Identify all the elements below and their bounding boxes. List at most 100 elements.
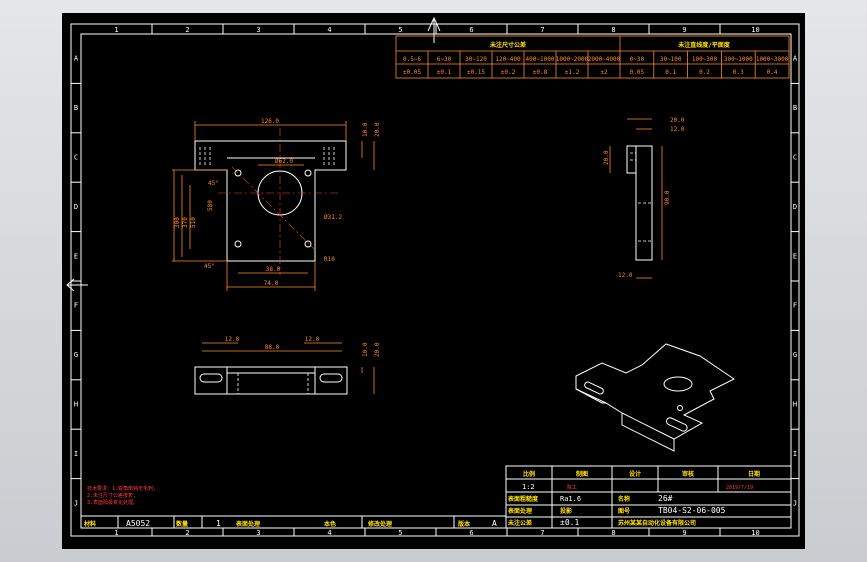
tolerance-table: 未注尺寸公差 未注直线度/平面度 0.5~6 ±0.05 6~30 ±0.1 30~12…	[395, 35, 790, 79]
front-view: 126.0 10.0 20.0 Ø62.0 45° Ø31.2 300 370 …	[172, 118, 381, 291]
grid-col-label: 5	[398, 529, 402, 537]
dim-height-a: 10.0	[362, 122, 369, 137]
linear-value: ±0.05	[403, 69, 421, 76]
linear-range: 2000~4000	[588, 56, 621, 63]
grid-row-label: G	[793, 351, 797, 359]
grid-row-label: H	[793, 401, 797, 409]
grid-col-label: 2	[185, 529, 189, 537]
linear-range: 6~30	[437, 56, 452, 63]
grid-col-label: 1	[114, 529, 118, 537]
side-dim-left: 20.0	[603, 150, 610, 165]
part-number: 26#	[658, 494, 673, 503]
quantity-label: 数量	[176, 520, 188, 528]
cad-workspace: 1 2 3 4 5 6 7 8 9 10 1 2 3 4 5 6 7 8 9 10 A B C D E F G H I J A B C D E…	[0, 0, 867, 562]
grid-col-label: 8	[611, 529, 615, 537]
linear-value: ±0.1	[437, 69, 452, 76]
linear-range: 120~400	[495, 56, 521, 63]
grid-col-label: 5	[398, 26, 402, 34]
name-label: 名称	[618, 495, 630, 503]
outer-frame	[70, 23, 800, 537]
dim-side-c: 510	[190, 217, 197, 228]
grid-col-label: 9	[682, 529, 686, 537]
scale-value: 1:2	[522, 483, 535, 491]
plating-label: 表面处理	[507, 507, 532, 515]
version-label: 版本	[457, 520, 471, 528]
dim-angle: 45°	[208, 180, 219, 187]
flat-range: 1000~3000	[756, 56, 789, 63]
grid-col-label: 3	[256, 26, 260, 34]
linear-tolerance-title: 未注尺寸公差	[490, 41, 526, 49]
surface-value: 本色	[324, 520, 336, 528]
flat-value: 0.05	[630, 69, 645, 76]
side-dim-bottom: 12.0	[618, 272, 633, 279]
material-row: 材料 A5052 数量 1 表面处理 本色 修改处理 版本 A	[80, 515, 507, 529]
grid-row-label: J	[74, 499, 78, 507]
title-block-header: 比例	[523, 470, 535, 478]
grid-row-label: D	[793, 203, 797, 211]
drawing-number: TB04-S2-06-005	[658, 506, 726, 515]
linear-value: ±0.15	[467, 69, 485, 76]
company-name: 苏州某某自动化设备有限公司	[618, 519, 696, 527]
bottom-dim-h-a: 10.0	[362, 342, 369, 357]
dim-top-width: 126.0	[261, 118, 279, 125]
linear-range: 400~1000	[526, 56, 555, 63]
bottom-view: 12.0 12.0 88.0 10.0 20.0	[194, 336, 381, 395]
grid-row-label: E	[74, 252, 78, 260]
dim-angle-2: 45°	[204, 263, 215, 270]
linear-range: 0.5~6	[403, 56, 421, 63]
grid-col-label: 4	[327, 529, 331, 537]
note-1: 技术要求：1.锐角倒钝无毛刺；	[87, 485, 158, 492]
drawing-canvas[interactable]: 1 2 3 4 5 6 7 8 9 10 1 2 3 4 5 6 7 8 9 10 A B C D E F G H I J A B C D E…	[62, 13, 805, 549]
grid-row-label: G	[74, 351, 78, 359]
top-center-arrow-icon	[427, 16, 441, 43]
roughness-label: 表面粗糙度	[507, 495, 539, 503]
projection-label: 投影	[560, 507, 572, 515]
grid-col-label: 10	[751, 529, 759, 537]
title-block-header: 制图	[576, 470, 588, 478]
dim-inner-height: 580	[207, 200, 214, 211]
dim-bore: Ø62.0	[275, 158, 293, 165]
drawing-svg: 1 2 3 4 5 6 7 8 9 10 1 2 3 4 5 6 7 8 9 10 A B C D E F G H I J A B C D E…	[66, 16, 800, 537]
grid-row-label: B	[74, 104, 78, 112]
grid-col-label: 8	[611, 26, 615, 34]
drawing-label: 图号	[618, 507, 630, 515]
grid-rows-right: A B C D E F G H I J	[791, 55, 799, 507]
grid-col-label: 2	[185, 26, 189, 34]
side-view: 20.0 12.0 20.0 90.0 12.0	[603, 117, 685, 279]
grid-col-label: 9	[682, 26, 686, 34]
bottom-dim-center: 88.0	[265, 344, 280, 351]
flat-value: 0.3	[733, 69, 744, 76]
material-value: A5052	[126, 519, 150, 528]
material-label: 材料	[83, 520, 96, 528]
dim-height-b: 20.0	[374, 122, 381, 137]
flat-value: 0.4	[767, 69, 778, 76]
flat-range: 0~30	[630, 56, 645, 63]
grid-row-label: D	[74, 203, 78, 211]
grid-col-label: 6	[469, 26, 473, 34]
grid-rows-left: A B C D E F G H I J	[71, 55, 81, 507]
grid-row-label: A	[793, 55, 798, 63]
grid-row-label: C	[74, 154, 78, 162]
linear-range: 1000~2000	[556, 56, 589, 63]
revision-label: 修改处理	[367, 520, 392, 528]
note-2: 2.未注尺寸公差按表；	[87, 492, 138, 499]
grid-col-label: 3	[256, 529, 260, 537]
date-value: 2019/7/19	[726, 485, 753, 491]
grid-row-label: F	[74, 302, 78, 310]
side-dim-top-a: 20.0	[670, 117, 685, 124]
bottom-dim-left: 12.0	[225, 336, 240, 343]
flat-value: 0.2	[699, 69, 710, 76]
linear-range: 30~120	[465, 56, 487, 63]
flatness-tolerance-title: 未注直线度/平面度	[678, 41, 731, 49]
linear-tolerance-cells: 0.5~6 ±0.05 6~30 ±0.1 30~120 ±0.15 120~400 ±0.2…	[403, 51, 621, 78]
dim-inner-width: 38.0	[266, 266, 281, 273]
grid-row-label: I	[793, 450, 797, 458]
grid-col-label: 1	[114, 26, 118, 34]
bottom-dim-right: 12.0	[305, 336, 320, 343]
grid-row-label: I	[74, 450, 78, 458]
grid-row-label: C	[793, 154, 797, 162]
flat-range: 30~100	[660, 56, 682, 63]
quantity-value: 1	[216, 519, 221, 528]
note-3: 3.表面阳极氧化处理。	[87, 499, 138, 506]
flat-range: 300~1000	[724, 56, 753, 63]
